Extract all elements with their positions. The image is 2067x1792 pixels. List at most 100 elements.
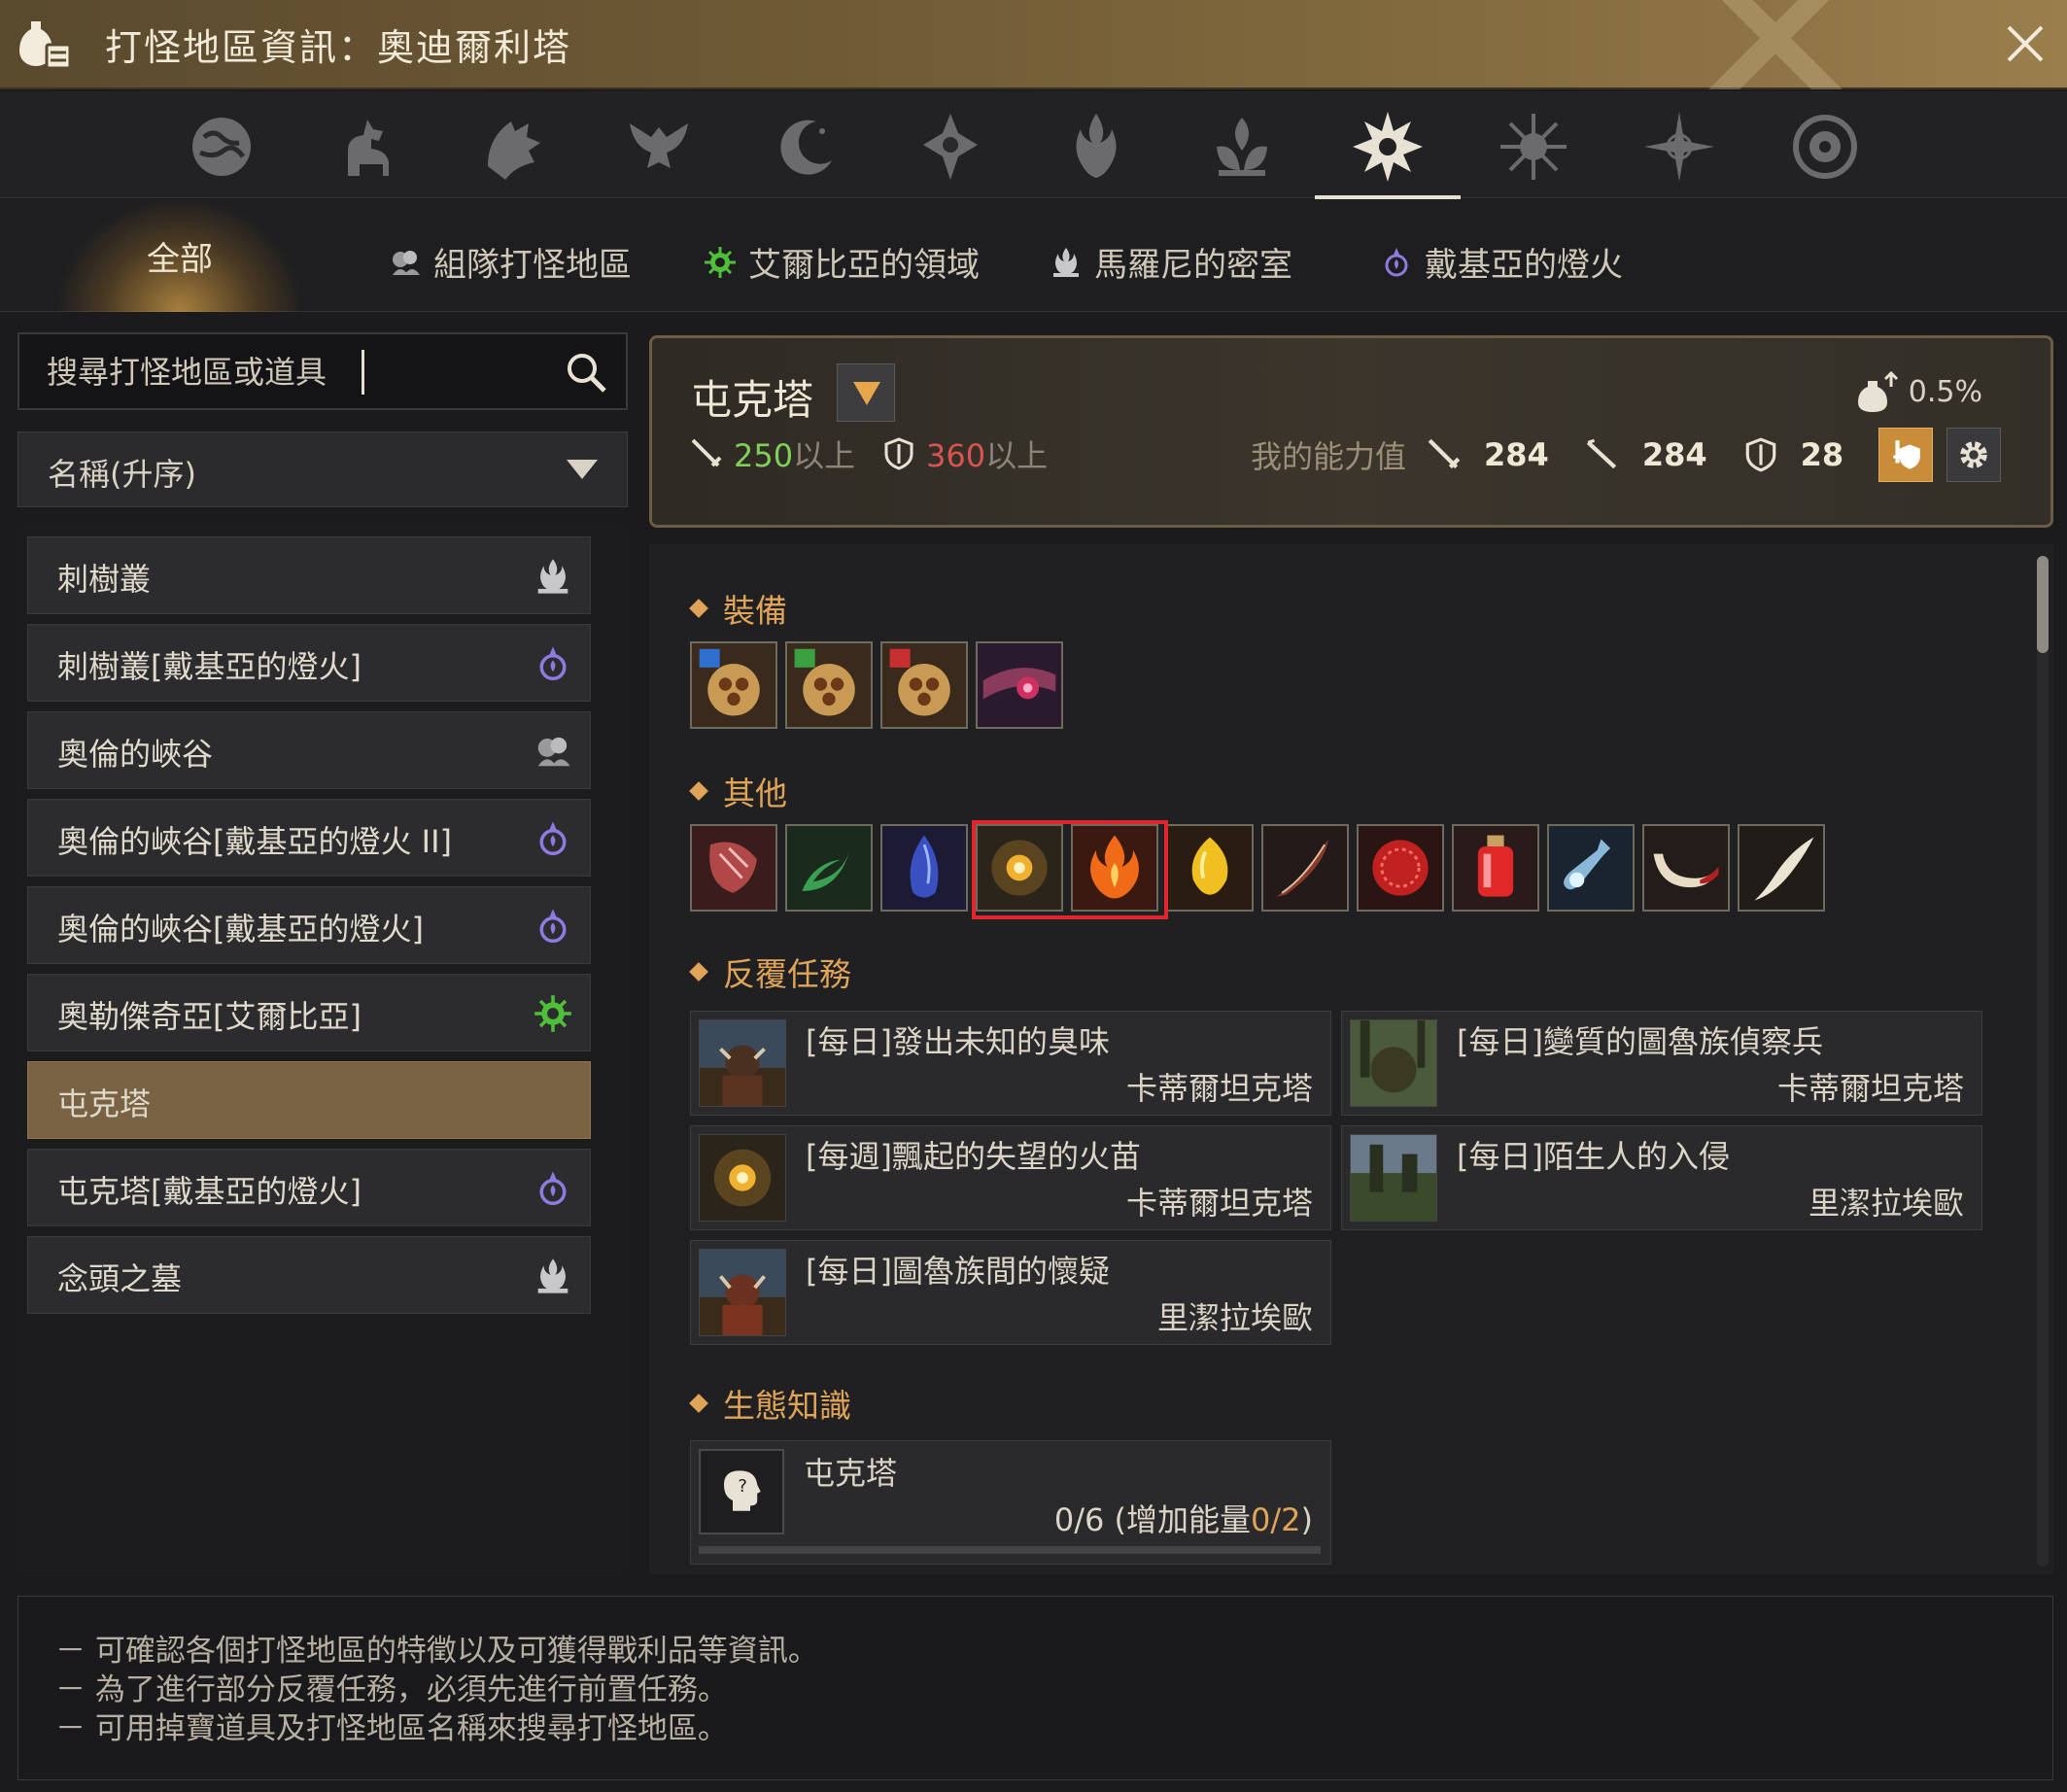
category-compass[interactable]: [897, 103, 1004, 190]
category-moon[interactable]: [751, 103, 858, 190]
window-title: 打怪地區資訊：奧迪爾利塔: [105, 26, 572, 69]
red-orb-icon[interactable]: [1357, 824, 1444, 912]
knowledge-card[interactable]: ? 屯克塔 0/6 (增加能量0/2): [690, 1440, 1331, 1565]
category-flame-crest[interactable]: [1043, 103, 1150, 190]
category-icon-row: [0, 91, 2067, 200]
marni-icon: [537, 1258, 568, 1293]
dp-required-value: 360: [926, 437, 986, 474]
dehkia-icon: [539, 821, 567, 856]
footer-note: － 為了進行部分反覆任務，必須先進行前置任務。: [55, 1672, 728, 1707]
category-sun[interactable]: [1480, 103, 1587, 190]
quest-card[interactable]: [每日]發出未知的臭味 卡蒂爾坦克塔: [690, 1011, 1331, 1116]
category-lotus[interactable]: [1189, 103, 1295, 190]
zone-item[interactable]: 奧勒傑奇亞[艾爾比亞]: [27, 974, 591, 1051]
sort-dropdown[interactable]: 名稱(升序): [17, 431, 628, 507]
tungrad-ring-blue-icon[interactable]: [690, 641, 777, 729]
energy-count: 0/2: [1251, 1501, 1301, 1538]
category-eagle[interactable]: [605, 103, 712, 190]
zone-title: 屯克塔: [691, 376, 814, 424]
tab-party-label: 組隊打怪地區: [433, 246, 632, 285]
quest-npc: 卡蒂爾坦克塔: [1776, 1070, 1964, 1107]
flame-crest-icon: [1076, 114, 1117, 178]
blade-shard-icon[interactable]: [1261, 824, 1349, 912]
stat-preset-button[interactable]: [1878, 428, 1934, 482]
category-world[interactable]: [168, 103, 275, 190]
party-icon: [393, 250, 420, 275]
section-equipment: 裝備: [689, 585, 787, 632]
title-decoration: [1601, 0, 1950, 89]
info-footer: － 可確認各個打怪地區的特徵以及可獲得戰利品等資訊。 － 為了進行部分反覆任務，…: [17, 1596, 2053, 1780]
zone-item[interactable]: 刺樹叢: [27, 536, 591, 614]
category-dial[interactable]: [1772, 103, 1878, 190]
scrollbar[interactable]: [2037, 556, 2049, 1567]
filter-tab-row: 全部 組隊打怪地區 艾爾比亞的領域 馬羅尼的密室 戴基亞的燈火: [0, 199, 2067, 312]
fire-essence-icon[interactable]: [1071, 824, 1158, 912]
zone-name: 刺樹叢: [57, 561, 152, 598]
zone-item[interactable]: 奧倫的峽谷: [27, 711, 591, 789]
zone-item[interactable]: 念頭之墓: [27, 1236, 591, 1314]
quest-card[interactable]: [每日]變質的圖魯族偵察兵 卡蒂爾坦克塔: [1341, 1011, 1982, 1116]
tab-party[interactable]: 組隊打怪地區: [389, 238, 632, 286]
horse-icon: [348, 120, 389, 176]
compass-icon: [923, 114, 978, 180]
tab-all[interactable]: 全部: [58, 199, 301, 312]
scrollbar-thumb[interactable]: [2037, 556, 2049, 653]
category-star-compass[interactable]: [1626, 103, 1733, 190]
marni-icon: [537, 559, 568, 594]
sword-shield-icon: [1893, 440, 1920, 469]
tab-elvia[interactable]: 艾爾比亞的領域: [704, 238, 980, 286]
lotus-icon: [1217, 118, 1267, 176]
belt-icon[interactable]: [976, 641, 1063, 729]
red-potion-icon[interactable]: [1452, 824, 1539, 912]
diamond-bullet: [689, 599, 708, 618]
gear-icon: [1960, 441, 1987, 468]
my-awakening-ap-value: 284: [1641, 436, 1707, 473]
red-hide-icon[interactable]: [690, 824, 777, 912]
tusk-icon[interactable]: [1738, 824, 1825, 912]
quest-thumbnail: [1350, 1019, 1437, 1107]
flame-orb-icon[interactable]: [976, 824, 1063, 912]
zone-item[interactable]: 奧倫的峽谷[戴基亞的燈火]: [27, 886, 591, 964]
quest-npc: 卡蒂爾坦克塔: [1125, 1185, 1313, 1222]
tab-marni-label: 馬羅尼的密室: [1094, 246, 1292, 285]
quest-npc: 里潔拉埃歐: [1808, 1185, 1964, 1222]
zone-name: 屯克塔: [57, 1086, 152, 1122]
zone-variant-dropdown[interactable]: [837, 363, 895, 422]
zone-item[interactable]: 刺樹叢[戴基亞的燈火]: [27, 624, 591, 702]
tab-elvia-label: 艾爾比亞的領域: [748, 246, 980, 285]
quest-card[interactable]: [每週]飄起的失望的火苗 卡蒂爾坦克塔: [690, 1125, 1331, 1230]
zone-name: 奧倫的峽谷[戴基亞的燈火 II]: [57, 823, 453, 860]
elixir-icon[interactable]: [1547, 824, 1635, 912]
settings-button[interactable]: [1946, 428, 2002, 482]
green-horn-icon[interactable]: [785, 824, 873, 912]
eagle-icon: [630, 123, 688, 168]
white-horn-icon[interactable]: [1642, 824, 1730, 912]
zone-item[interactable]: 奧倫的峽谷[戴基亞的燈火 II]: [27, 799, 591, 877]
quest-card[interactable]: [每日]圖魯族間的懷疑 里潔拉埃歐: [690, 1240, 1331, 1345]
gold-stone-icon[interactable]: [1166, 824, 1254, 912]
search-input[interactable]: [47, 348, 552, 396]
dehkia-icon: [539, 646, 567, 681]
category-horse[interactable]: [314, 103, 421, 190]
diamond-bullet: [689, 781, 708, 801]
zone-item[interactable]: 屯克塔[戴基亞的燈火]: [27, 1149, 591, 1226]
tab-marni[interactable]: 馬羅尼的密室: [1050, 238, 1292, 286]
close-icon[interactable]: [2001, 19, 2050, 68]
dehkia-icon: [539, 909, 567, 944]
tungrad-ring-red-icon[interactable]: [880, 641, 968, 729]
wolf-icon: [488, 121, 540, 180]
odyllita-star-icon: [1353, 112, 1423, 182]
tab-dehkia-label: 戴基亞的燈火: [1425, 246, 1623, 285]
tungrad-ring-green-icon[interactable]: [785, 641, 873, 729]
blue-crystal-icon[interactable]: [880, 824, 968, 912]
quest-card[interactable]: [每日]陌生人的入侵 里潔拉埃歐: [1341, 1125, 1982, 1230]
category-odyllita[interactable]: [1315, 103, 1461, 200]
knowledge-progress: 0/6 (增加能量0/2): [1054, 1496, 1313, 1540]
footer-note: － 可確認各個打怪地區的特徵以及可獲得戰利品等資訊。: [55, 1634, 818, 1669]
tab-dehkia[interactable]: 戴基亞的燈火: [1380, 238, 1623, 286]
ap-required-value: 250: [734, 437, 794, 474]
category-wolf[interactable]: [460, 103, 567, 190]
unknown-head-icon: ?: [724, 1470, 761, 1511]
search-icon[interactable]: [564, 350, 608, 395]
zone-item-selected[interactable]: 屯克塔: [27, 1061, 591, 1139]
